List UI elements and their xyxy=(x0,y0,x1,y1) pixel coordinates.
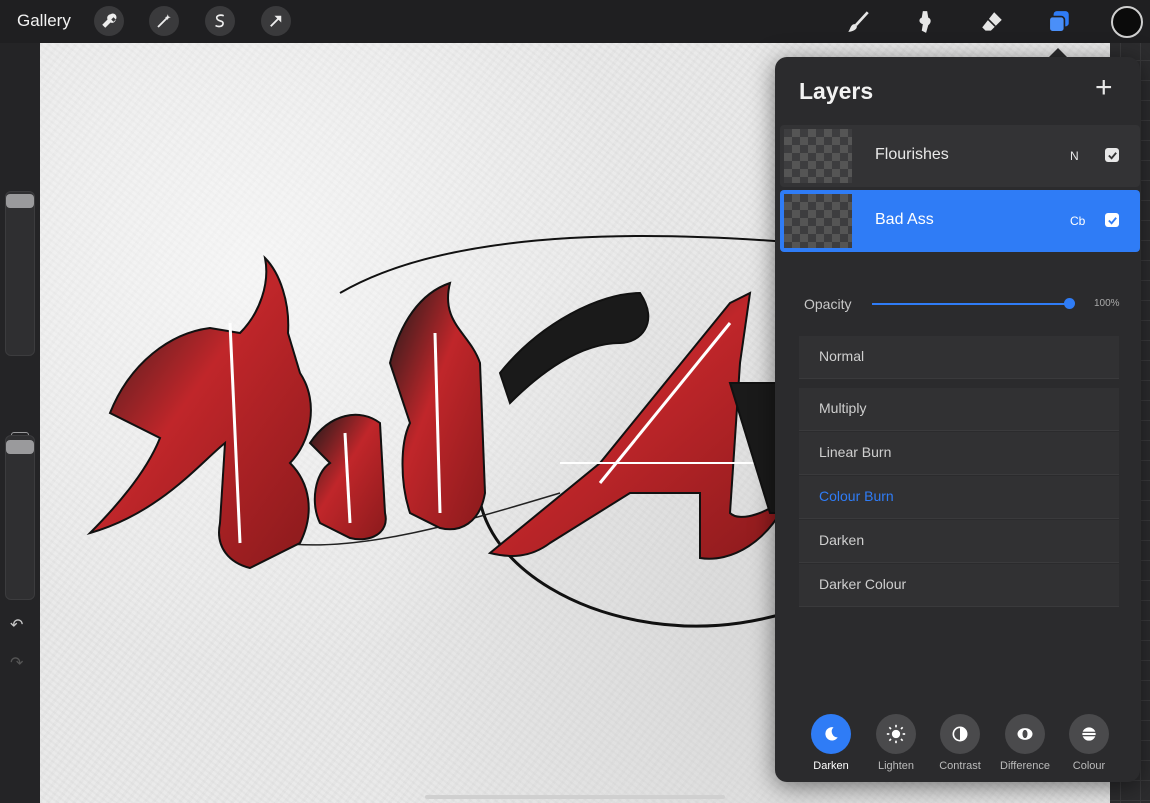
undo-icon[interactable]: ↶ xyxy=(10,615,23,635)
add-layer-button[interactable]: + xyxy=(1095,73,1113,103)
layer-visibility-checkbox[interactable] xyxy=(1105,213,1119,227)
brush-size-thumb[interactable] xyxy=(6,194,34,208)
brush-opacity-slider[interactable] xyxy=(5,435,35,600)
blend-mode-colour-burn[interactable]: Colour Burn xyxy=(799,476,1119,519)
brush-size-slider[interactable] xyxy=(5,191,35,356)
category-label: Darken xyxy=(813,760,849,772)
wrench-icon[interactable] xyxy=(94,6,124,36)
layer-thumbnail xyxy=(784,129,852,183)
blend-mode-label: Colour Burn xyxy=(819,488,894,504)
layer-row-flourishes[interactable]: Flourishes N xyxy=(780,125,1140,187)
opacity-slider-track[interactable] xyxy=(872,303,1070,305)
category-label: Contrast xyxy=(939,760,981,772)
layer-visibility-checkbox[interactable] xyxy=(1105,148,1119,162)
blend-mode-linear-burn[interactable]: Linear Burn xyxy=(799,432,1119,475)
top-toolbar: Gallery xyxy=(0,0,1150,43)
layers-icon[interactable] xyxy=(1043,6,1075,38)
sun-icon xyxy=(876,714,916,754)
blend-category-difference[interactable]: Difference xyxy=(995,714,1055,772)
panel-title: Layers xyxy=(799,78,874,104)
half-circle-icon xyxy=(940,714,980,754)
smudge-icon[interactable] xyxy=(909,6,941,38)
category-label: Lighten xyxy=(877,760,915,772)
check-icon xyxy=(1107,216,1117,225)
blend-category-contrast[interactable]: Contrast xyxy=(930,714,990,772)
gallery-button[interactable]: Gallery xyxy=(17,11,71,31)
blend-mode-label: Normal xyxy=(819,348,865,364)
check-icon xyxy=(1107,151,1117,160)
category-label: Difference xyxy=(1000,760,1050,772)
layer-blend-mode-button[interactable]: N xyxy=(1070,149,1079,163)
left-sidebar: ↶ ↷ xyxy=(0,43,40,803)
blend-mode-multiply[interactable]: Multiply xyxy=(799,388,1119,431)
transform-arrow-icon[interactable] xyxy=(261,6,291,36)
blend-mode-label: Linear Burn xyxy=(819,444,892,460)
striped-circle-icon xyxy=(1069,714,1109,754)
home-indicator xyxy=(425,795,725,799)
blend-mode-darken[interactable]: Darken xyxy=(799,520,1119,563)
layer-blend-mode-button[interactable]: Cb xyxy=(1070,214,1085,228)
brush-icon[interactable] xyxy=(842,6,874,38)
layer-row-bad-ass[interactable]: Bad Ass Cb xyxy=(780,190,1140,252)
eraser-icon[interactable] xyxy=(976,6,1008,38)
magic-wand-icon[interactable] xyxy=(149,6,179,36)
layer-name: Bad Ass xyxy=(875,211,934,228)
opacity-label: Opacity xyxy=(804,296,852,312)
category-label: Colour xyxy=(1072,760,1106,772)
eye-shape-icon xyxy=(1005,714,1045,754)
selection-s-icon[interactable] xyxy=(205,6,235,36)
brush-opacity-thumb[interactable] xyxy=(6,440,34,454)
opacity-value: 100% xyxy=(1094,298,1120,309)
blend-mode-label: Darker Colour xyxy=(819,576,907,592)
opacity-slider-thumb[interactable] xyxy=(1064,298,1075,309)
layers-panel: Layers + Flourishes N Bad Ass Cb Opacity… xyxy=(775,57,1140,782)
layer-name: Flourishes xyxy=(875,146,949,163)
layer-thumbnail xyxy=(784,194,852,248)
redo-icon[interactable]: ↷ xyxy=(10,653,23,673)
moon-icon xyxy=(811,714,851,754)
blend-mode-normal[interactable]: Normal xyxy=(799,336,1119,379)
blend-category-darken[interactable]: Darken xyxy=(801,714,861,772)
blend-mode-darker-colour[interactable]: Darker Colour xyxy=(799,564,1119,607)
blend-mode-label: Multiply xyxy=(819,400,867,416)
blend-category-colour[interactable]: Colour xyxy=(1059,714,1119,772)
blend-mode-label: Darken xyxy=(819,532,865,548)
blend-category-lighten[interactable]: Lighten xyxy=(866,714,926,772)
color-picker-button[interactable] xyxy=(1111,6,1143,38)
